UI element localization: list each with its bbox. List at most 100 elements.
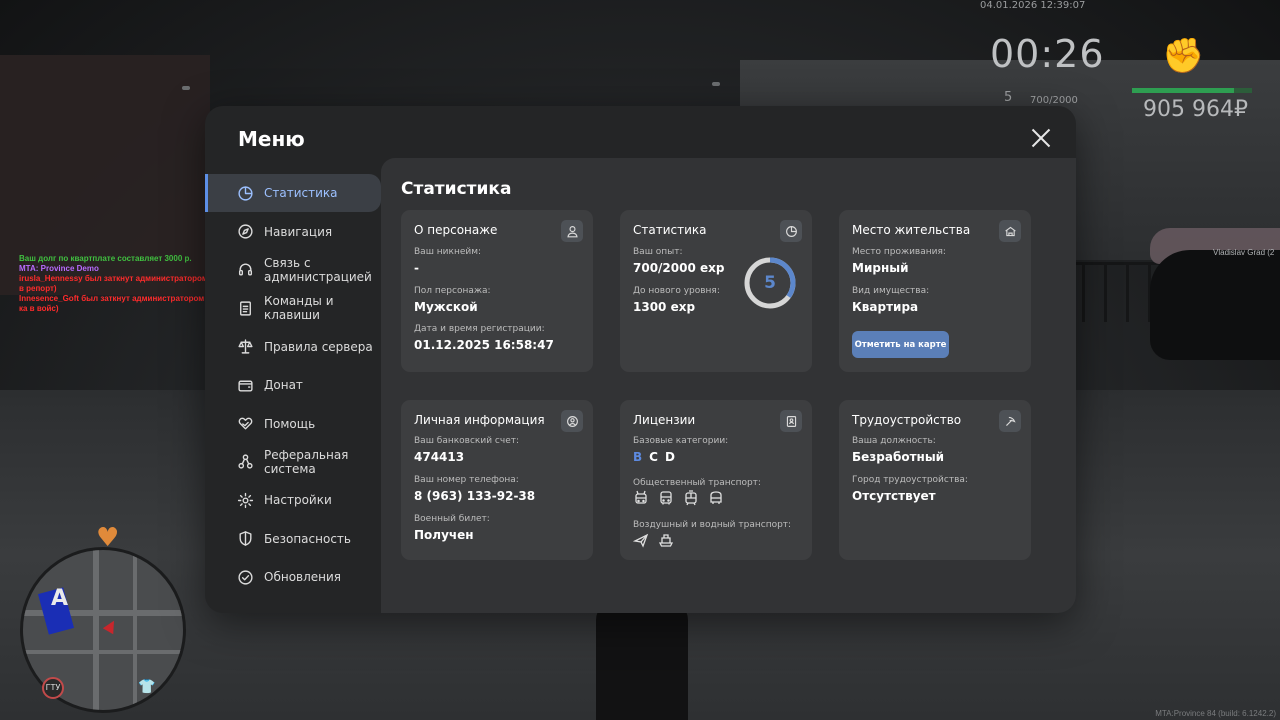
sidebar-item-2[interactable]: Связь с администрацией [205,251,381,289]
face-icon [561,410,583,432]
level-progress-ring: 5 [743,256,797,310]
card-residence: Место жительства Место проживания: Мирны… [839,210,1031,372]
hud-timer: 00:26 [990,32,1105,76]
exp-value: 700/2000 exp [633,261,725,275]
sidebar-item-4[interactable]: Правила сервера [205,328,381,366]
card-title: Статистика [633,223,707,237]
fist-icon: ✊ [1162,36,1205,76]
build-info: MTA:Province 84 (build: 6.1242.2) [1155,709,1276,718]
sidebar-item-5[interactable]: Донат [205,366,381,404]
hud-money: 905 964₽ [1143,97,1248,122]
card-title: Место жительства [852,223,971,237]
property-value: Квартира [852,300,919,314]
stats-content: Статистика О персонаже Ваш никнейм: - По… [381,158,1076,613]
sidebar-item-9[interactable]: Безопасность [205,520,381,558]
radar: A ♥ ГТУ 👕 [18,523,188,713]
player-character [596,600,688,720]
headset-icon [237,261,254,278]
shirt-icon: 👕 [138,679,156,695]
bus-icon [660,491,672,505]
license-category: D [664,450,675,464]
sidebar-item-label: Статистика [264,186,338,201]
reg-value: 01.12.2025 16:58:47 [414,338,554,352]
sidebar-item-6[interactable]: Помощь [205,404,381,442]
home-icon [999,220,1021,242]
exp-label: Ваш опыт: [633,247,683,257]
property-label: Вид имущества: [852,286,930,296]
sidebar-item-8[interactable]: Настройки [205,481,381,519]
card-personal: Личная информация Ваш банковский счет: 4… [401,400,593,560]
sidebar-item-label: Помощь [264,416,316,431]
heart-icon: ♥ [96,523,120,553]
compass-icon [237,223,254,240]
wallet-icon [237,377,254,394]
card-licenses: Лицензии Базовые категории: BCD Обществе… [620,400,812,560]
next-level-value: 1300 exp [633,300,696,314]
bank-value: 474413 [414,450,465,464]
sidebar-item-label: Безопасность [264,531,351,546]
sidebar-item-label: Настройки [264,493,332,508]
sidebar-item-label: Команды и клавиши [264,294,334,323]
player-arrow-icon [102,617,120,635]
card-title: О персонаже [414,223,498,237]
pickaxe-icon [999,410,1021,432]
sidebar-item-7[interactable]: Реферальная система [205,443,381,481]
public-transport-label: Общественный транспорт: [633,478,761,488]
tram-icon [685,490,697,506]
card-stats: Статистика Ваш опыт: 700/2000 exp До нов… [620,210,812,372]
next-level-label: До нового уровня: [633,286,720,296]
shield-icon [237,530,254,547]
sidebar-item-label: Обновления [264,570,342,585]
air-water-transport-label: Воздушный и водный транспорт: [633,520,792,530]
radar-gtu-badge: ГТУ [42,677,64,699]
heart-hand-icon [237,415,254,432]
sidebar-item-label: Реферальная система [264,447,349,476]
ship-icon [658,534,674,547]
pie-chart-icon [780,220,802,242]
radar-north-label: A [51,586,69,611]
menu-title: Меню [238,127,305,151]
menu-sidebar: Статистика Навигация Связь с администрацие… [205,174,381,596]
card-title: Личная информация [414,413,545,427]
health-bar-fill [1132,88,1234,93]
menu-window: Меню Статистика Навигация Связь с админист… [205,106,1076,613]
hud-datetime: 04.01.2026 12:39:07 [980,0,1086,11]
network-icon [237,453,254,470]
sidebar-item-1[interactable]: Навигация [205,212,381,250]
nearby-player-tag: Vladislav Grad (2 [1213,248,1275,257]
position-value: Безработный [852,450,945,464]
gender-label: Пол персонажа: [414,286,491,296]
sidebar-item-label: Правила сервера [264,339,373,354]
hud-level: 5 [1004,90,1013,105]
card-title: Лицензии [633,413,696,427]
parked-car-black [1150,250,1280,360]
phone-label: Ваш номер телефона: [414,475,519,485]
content-title: Статистика [401,179,512,199]
mark-on-map-button[interactable]: Отметить на карте [852,331,949,358]
phone-value: 8 (963) 133-92-38 [414,489,536,503]
nickname-value: - [414,261,419,275]
street-lamp [712,82,720,86]
license-category: B [633,450,643,464]
scales-icon [237,338,254,355]
reg-label: Дата и время регистрации: [414,324,545,334]
check-circle-icon [237,569,254,586]
military-value: Получен [414,528,474,542]
hud-exp: 700/2000 [1030,95,1078,106]
trolleybus-icon [635,490,647,504]
nickname-label: Ваш никнейм: [414,247,482,257]
level-number: 5 [764,273,776,293]
user-icon [561,220,583,242]
place-label: Место проживания: [852,247,946,257]
pie-chart-icon [237,185,254,202]
sidebar-item-3[interactable]: Команды и клавиши [205,289,381,327]
sidebar-item-0[interactable]: Статистика [205,174,381,213]
sidebar-item-label: Навигация [264,224,333,239]
card-character: О персонаже Ваш никнейм: - Пол персонажа… [401,210,593,372]
public-transport-icons [633,490,724,506]
close-icon[interactable] [1031,128,1051,148]
card-title: Трудоустройство [852,413,962,427]
gear-icon [237,492,254,509]
document-icon [237,300,254,317]
sidebar-item-10[interactable]: Обновления [205,558,381,596]
